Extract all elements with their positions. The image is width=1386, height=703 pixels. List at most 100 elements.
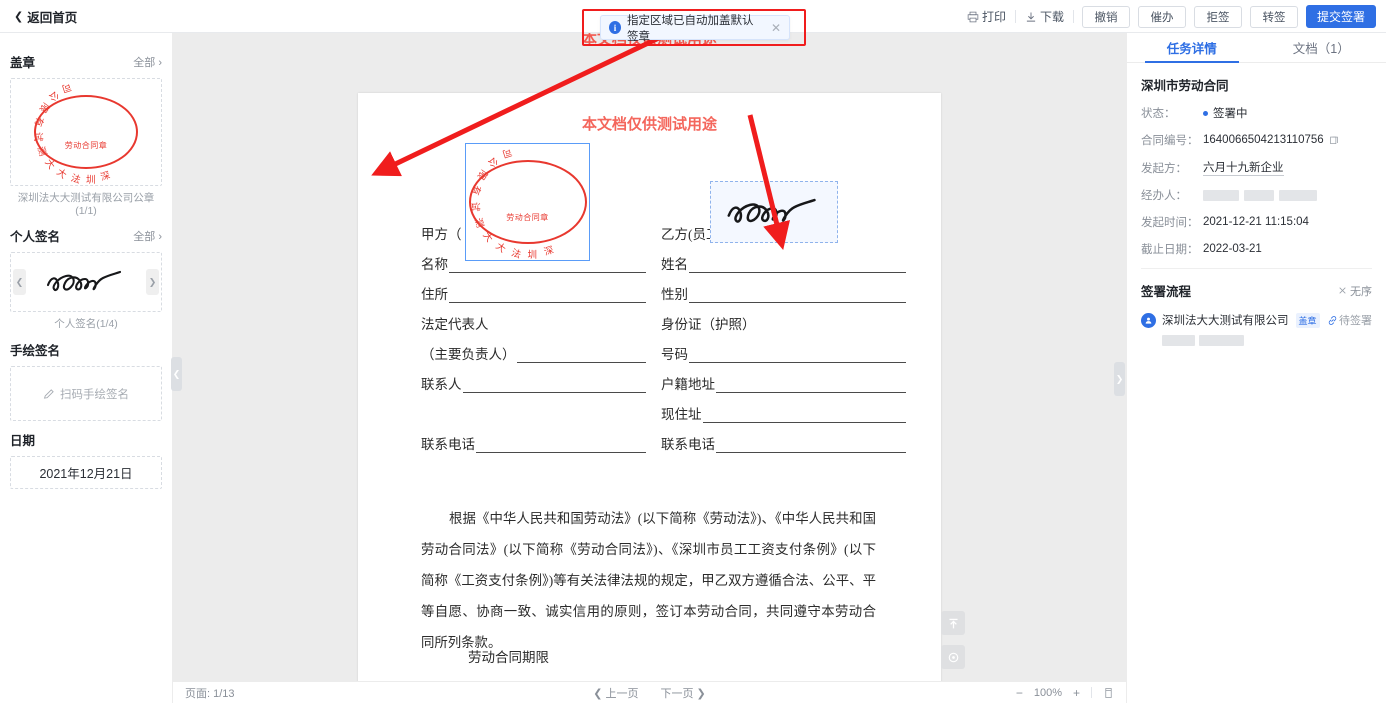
signature-next-arrow-icon[interactable]: ❯ bbox=[146, 269, 159, 295]
field-party-b-gender[interactable]: 性别 bbox=[661, 273, 906, 303]
personal-signature-card[interactable]: ❮ ❯ bbox=[10, 252, 162, 312]
mask-block bbox=[1244, 189, 1274, 201]
transfer-sign-button[interactable]: 转签 bbox=[1250, 5, 1298, 28]
party-b-column: 乙方(员工） 姓名 性别 身份证（护照） 号码 户籍地址 现住址 联系电话 bbox=[661, 213, 906, 453]
document-viewer[interactable]: 本文档仅供测试用途 甲方（ 名称 住所 法定代表人 （主要负责人） 联系人 联系… bbox=[173, 33, 1126, 681]
print-button[interactable]: 打印 bbox=[958, 8, 1015, 25]
field-party-b-name[interactable]: 姓名 bbox=[661, 243, 906, 273]
signer-status: 待签署 bbox=[1339, 315, 1372, 327]
initiator-value[interactable]: 六月十九新企业 bbox=[1203, 159, 1284, 176]
mask-block bbox=[1199, 335, 1245, 346]
urge-button[interactable]: 催办 bbox=[1138, 5, 1186, 28]
download-icon bbox=[1026, 12, 1036, 22]
reject-sign-button[interactable]: 拒签 bbox=[1194, 5, 1242, 28]
page-nav: ❮ 上一页 下一页 ❯ bbox=[593, 685, 706, 701]
scan-qr-draw: 扫码手绘签名 bbox=[43, 386, 129, 402]
download-label: 下载 bbox=[1039, 10, 1064, 24]
copy-icon[interactable] bbox=[1329, 135, 1339, 146]
stamp-card[interactable]: 深 圳 法 大 大 测 试 有 限 公 司 劳动合同章 bbox=[10, 78, 162, 186]
next-page-button[interactable]: 下一页 ❯ bbox=[661, 685, 706, 701]
field-party-b-id-number[interactable]: 号码 bbox=[661, 333, 906, 363]
personal-signature-section-title: 个人签名 bbox=[10, 230, 61, 244]
field-party-b-current-address[interactable]: 现住址 bbox=[661, 393, 906, 423]
signer-sub-masked bbox=[1162, 333, 1372, 351]
chevron-left-icon: ❮ bbox=[14, 10, 24, 23]
arrow-up-bar-icon bbox=[948, 618, 958, 628]
field-initiate-time-key: 发起时间： bbox=[1141, 217, 1199, 229]
personal-signature-section-header: 个人签名 全部 › bbox=[10, 226, 162, 245]
signer-tag: 盖章 bbox=[1295, 312, 1320, 328]
contract-number-value: 1640066504213110756 bbox=[1203, 134, 1324, 146]
field-initiator-key: 发起方： bbox=[1141, 162, 1187, 175]
zoom-in-button[interactable]: + bbox=[1073, 686, 1080, 700]
download-button[interactable]: 下载 bbox=[1016, 8, 1073, 25]
task-detail-panel: 任务详情 文档（1） 深圳市劳动合同 状态： 签署中 合同编号： 1640066… bbox=[1126, 33, 1386, 703]
seal-arc-text: 深 圳 法 大 大 测 试 有 限 公 司 bbox=[31, 80, 112, 187]
field-contract-number-key: 合同编号： bbox=[1141, 135, 1199, 147]
status-badge: 签署中 bbox=[1203, 105, 1248, 121]
field-party-b-registered-address[interactable]: 户籍地址 bbox=[661, 363, 906, 393]
placed-signature-field[interactable] bbox=[710, 181, 838, 243]
tab-task-detail[interactable]: 任务详情 bbox=[1127, 33, 1257, 63]
contract-paragraph: 根据《中华人民共和国劳动法》(以下简称《劳动法》)、《中华人民共和国劳动合同法》… bbox=[421, 511, 876, 650]
mask-block bbox=[1162, 335, 1195, 346]
field-deadline: 截止日期： 2022-03-21 bbox=[1141, 241, 1372, 257]
field-status-key: 状态： bbox=[1141, 108, 1176, 120]
stamp-view-all[interactable]: 全部 › bbox=[133, 54, 162, 70]
field-party-a-phone[interactable]: 联系电话 bbox=[421, 423, 646, 453]
unordered-icon bbox=[1339, 287, 1346, 294]
toast-message: 指定区域已自动加盖默认签章 bbox=[627, 14, 754, 43]
field-contract-number: 合同编号： 1640066504213110756 bbox=[1141, 132, 1372, 148]
handdrawn-placeholder: 扫码手绘签名 bbox=[60, 388, 129, 401]
field-party-a-spacer bbox=[421, 393, 646, 423]
back-home-label: 返回首页 bbox=[27, 10, 78, 25]
zoom-out-button[interactable]: − bbox=[1016, 686, 1023, 700]
placed-stamp-field[interactable]: 深 圳 法 大 大 测 试 有 限 公 司 劳动合同章 bbox=[465, 143, 590, 261]
field-operator: 经办人： bbox=[1141, 187, 1372, 203]
field-party-a-principal[interactable]: （主要负责人） bbox=[421, 333, 646, 363]
divider bbox=[1141, 268, 1372, 269]
status-dot-icon bbox=[1203, 110, 1208, 116]
signature-prev-arrow-icon[interactable]: ❮ bbox=[13, 269, 26, 295]
user-icon bbox=[1145, 317, 1152, 324]
divider bbox=[1091, 687, 1092, 698]
personal-signature-view-all[interactable]: 全部 › bbox=[133, 228, 162, 244]
target-icon bbox=[948, 652, 958, 662]
collapse-sidebar-handle[interactable]: ❮ bbox=[171, 357, 182, 391]
placed-signature-ink bbox=[727, 198, 816, 223]
stamp-caption: 深圳法大大测试有限公司公章(1/1) bbox=[17, 192, 155, 217]
back-home-button[interactable]: ❮ 返回首页 bbox=[14, 7, 77, 26]
panel-tabs: 任务详情 文档（1） bbox=[1127, 33, 1386, 63]
handdrawn-signature-section-title: 手绘签名 bbox=[10, 344, 61, 358]
contract-title: 深圳市劳动合同 bbox=[1141, 79, 1229, 93]
link-icon[interactable] bbox=[1327, 315, 1338, 326]
viewer-bottom-bar: 页面: 1/13 ❮ 上一页 下一页 ❯ − 100% + bbox=[173, 681, 1126, 703]
handdrawn-signature-card[interactable]: 扫码手绘签名 bbox=[10, 366, 162, 421]
sign-flow-row: 深圳法大大测试有限公司 盖章 待签署 bbox=[1141, 312, 1372, 328]
field-party-a-address[interactable]: 住所 bbox=[421, 273, 646, 303]
date-section-header: 日期 bbox=[10, 430, 162, 449]
submit-sign-button[interactable]: 提交签署 bbox=[1306, 5, 1376, 28]
info-icon: i bbox=[609, 21, 621, 34]
close-icon[interactable]: ✕ bbox=[771, 21, 781, 35]
collapse-panel-handle[interactable]: ❯ bbox=[1114, 362, 1125, 396]
initiate-time-value: 2021-12-21 11:15:04 bbox=[1203, 216, 1309, 228]
scroll-to-top-button[interactable] bbox=[941, 611, 965, 635]
sign-flow-title: 签署流程 bbox=[1141, 285, 1192, 299]
page-indicator: 页面: 1/13 bbox=[185, 687, 235, 700]
tab-documents[interactable]: 文档（1） bbox=[1257, 33, 1386, 62]
stamp-section-header: 盖章 全部 › bbox=[10, 52, 162, 71]
revoke-button[interactable]: 撤销 bbox=[1082, 5, 1130, 28]
field-party-b-phone[interactable]: 联系电话 bbox=[661, 423, 906, 453]
mask-block bbox=[1203, 189, 1239, 201]
date-card[interactable]: 2021年12月21日 bbox=[10, 456, 162, 489]
fit-page-icon[interactable] bbox=[1103, 687, 1114, 699]
prev-page-button[interactable]: ❮ 上一页 bbox=[593, 685, 638, 701]
locate-field-button[interactable] bbox=[941, 645, 965, 669]
field-party-a-legal-rep: 法定代表人 bbox=[421, 317, 489, 332]
pencil-icon bbox=[43, 388, 54, 399]
field-party-a-contact[interactable]: 联系人 bbox=[421, 363, 646, 393]
toast-notification: i 指定区域已自动加盖默认签章 ✕ bbox=[600, 15, 790, 43]
seal-center-text: 劳动合同章 bbox=[64, 141, 108, 150]
zoom-controls: − 100% + bbox=[1016, 686, 1114, 700]
